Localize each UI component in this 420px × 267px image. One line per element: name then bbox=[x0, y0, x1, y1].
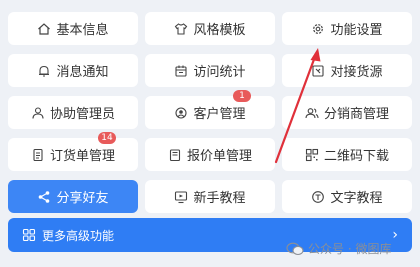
tile-label: 分销商管理 bbox=[323, 107, 389, 122]
tile-text-tutorial[interactable]: 文字教程 bbox=[282, 180, 412, 213]
gear-icon bbox=[311, 22, 325, 36]
users-icon bbox=[305, 106, 319, 120]
tile-label: 访问统计 bbox=[193, 65, 246, 80]
tile-label: 分享好友 bbox=[56, 191, 109, 206]
tile-label: 二维码下载 bbox=[323, 149, 389, 164]
tile-label: 功能设置 bbox=[330, 23, 383, 38]
tile-label: 报价单管理 bbox=[186, 149, 252, 164]
tile-label: 消息通知 bbox=[56, 65, 109, 80]
user-icon bbox=[31, 106, 45, 120]
tile-share-friends[interactable]: 分享好友 bbox=[8, 180, 138, 213]
tile-label: 新手教程 bbox=[193, 191, 246, 206]
quote-icon bbox=[168, 148, 182, 162]
tile-label: 风格模板 bbox=[193, 23, 246, 38]
tile-label: 文字教程 bbox=[330, 191, 383, 206]
tile-style-template[interactable]: 风格模板 bbox=[145, 12, 275, 45]
tile-notifications[interactable]: 消息通知 bbox=[8, 54, 138, 87]
more-advanced-features-label: 更多高级功能 bbox=[42, 228, 115, 243]
chevron-right-icon: › bbox=[392, 227, 398, 243]
tile-supply-source[interactable]: 对接货源 bbox=[282, 54, 412, 87]
feature-grid: 基本信息 风格模板 功能设置 消息通知 访问统计 对接货源 协助管理员 客户管理… bbox=[8, 12, 412, 213]
document-icon bbox=[31, 148, 45, 162]
calendar-icon bbox=[174, 64, 188, 78]
share-icon bbox=[37, 190, 51, 204]
monitor-icon bbox=[174, 190, 188, 204]
notification-badge: 14 bbox=[98, 132, 116, 144]
qr-icon bbox=[305, 148, 319, 162]
grid-icon bbox=[22, 228, 36, 242]
tile-qrcode-download[interactable]: 二维码下载 bbox=[282, 138, 412, 171]
text-icon bbox=[311, 190, 325, 204]
box-icon bbox=[311, 64, 325, 78]
notification-badge: 1 bbox=[233, 90, 251, 102]
tile-label: 订货单管理 bbox=[49, 149, 115, 164]
tile-function-settings[interactable]: 功能设置 bbox=[282, 12, 412, 45]
tile-label: 基本信息 bbox=[56, 23, 109, 38]
bell-icon bbox=[37, 64, 51, 78]
watermark-text: 公众号 · 微图库 bbox=[308, 242, 392, 256]
tile-assist-admin[interactable]: 协助管理员 bbox=[8, 96, 138, 129]
tile-quote-management[interactable]: 报价单管理 bbox=[145, 138, 275, 171]
tile-beginner-tutorial[interactable]: 新手教程 bbox=[145, 180, 275, 213]
tile-distributor-management[interactable]: 分销商管理 bbox=[282, 96, 412, 129]
watermark: 公众号 · 微图库 bbox=[286, 240, 391, 257]
tile-order-management[interactable]: 订货单管理 14 bbox=[8, 132, 138, 171]
home-icon bbox=[37, 22, 51, 36]
shirt-icon bbox=[174, 22, 188, 36]
customer-icon bbox=[174, 106, 188, 120]
tile-basic-info[interactable]: 基本信息 bbox=[8, 12, 138, 45]
tile-customer-management[interactable]: 客户管理 1 bbox=[145, 90, 275, 129]
tile-label: 协助管理员 bbox=[49, 107, 115, 122]
wechat-icon bbox=[286, 242, 304, 256]
tile-label: 对接货源 bbox=[330, 65, 383, 80]
tile-label: 客户管理 bbox=[193, 107, 246, 122]
tile-visit-stats[interactable]: 访问统计 bbox=[145, 54, 275, 87]
